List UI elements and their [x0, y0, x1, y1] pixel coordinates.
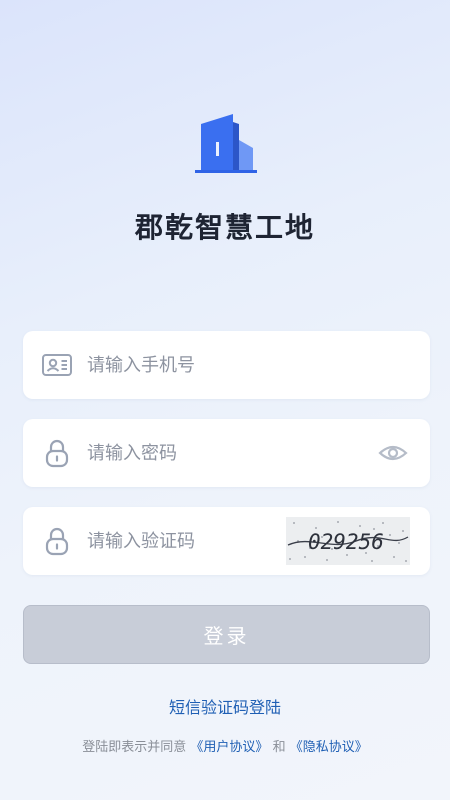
id-card-icon [42, 354, 72, 376]
agreement-and: 和 [272, 740, 286, 755]
phone-input[interactable] [87, 331, 407, 399]
login-button[interactable]: 登录 [23, 605, 430, 664]
eye-icon[interactable] [378, 439, 408, 467]
agreement-prefix: 登陆即表示并同意 [82, 740, 187, 755]
verification-code-input[interactable] [87, 507, 287, 575]
building-logo-icon [195, 114, 257, 173]
phone-field[interactable] [23, 331, 430, 399]
lock-icon [45, 439, 69, 468]
verification-code-field[interactable]: 029256 [23, 507, 430, 575]
password-input[interactable] [87, 419, 287, 487]
captcha-text: 029256 [308, 530, 384, 554]
sms-code-login-link[interactable]: 短信验证码登陆 [0, 694, 450, 718]
user-agreement-link[interactable]: 《用户协议》 [190, 740, 268, 755]
captcha-image[interactable]: 029256 [286, 517, 410, 565]
privacy-agreement-link[interactable]: 《隐私协议》 [290, 740, 368, 755]
agreement-text: 登陆即表示并同意 《用户协议》 和 《隐私协议》 [0, 736, 450, 755]
captcha-graphic: 029256 [287, 521, 409, 562]
lock-icon [45, 527, 69, 556]
password-field[interactable] [23, 419, 430, 487]
app-title: 郡乾智慧工地 [134, 211, 315, 244]
